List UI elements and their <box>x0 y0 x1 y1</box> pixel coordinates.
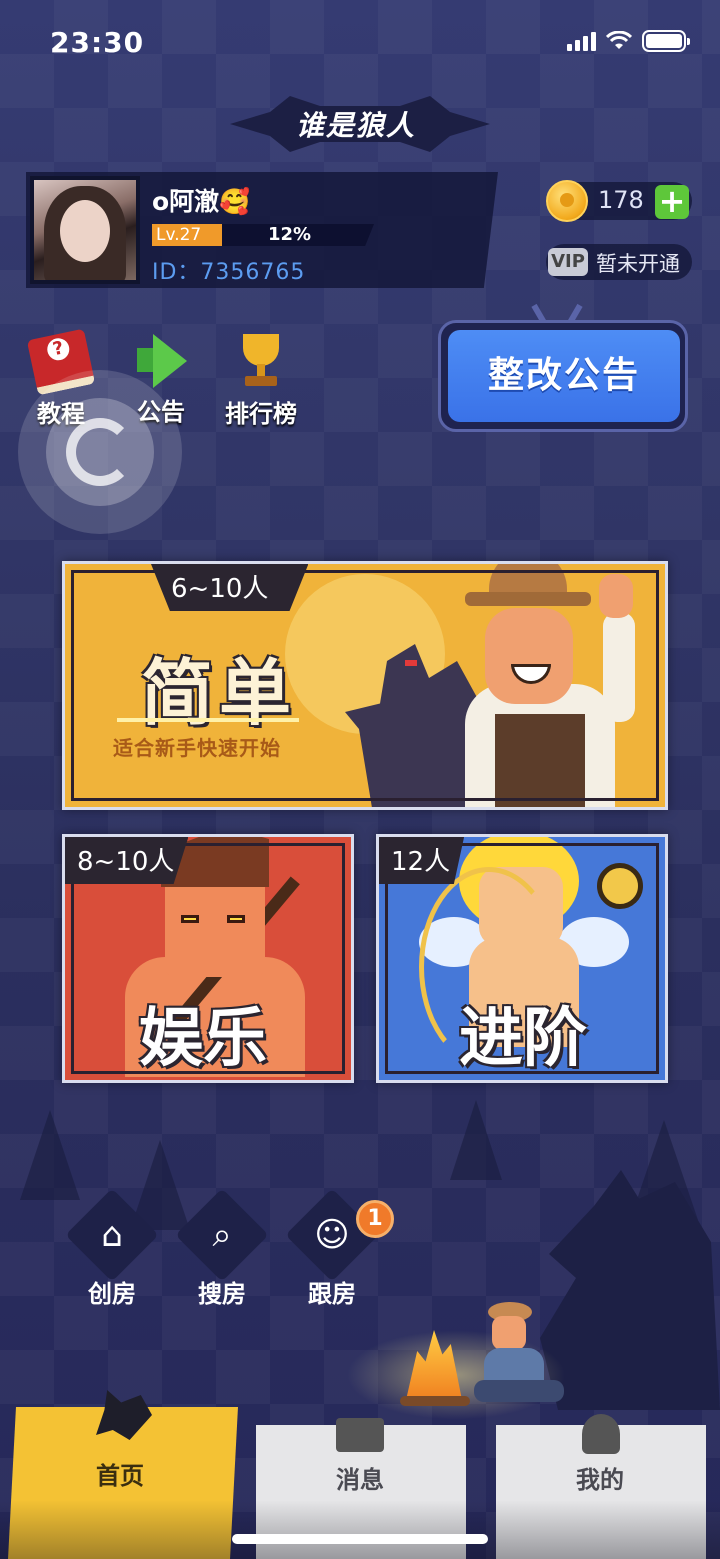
home-indicator[interactable] <box>232 1534 488 1544</box>
tab-profile-label: 我的 <box>576 1466 624 1494</box>
app-logo-text: 谁是狼人 <box>296 109 417 142</box>
player-count-tag: 8~10人 <box>65 837 189 884</box>
status-icons <box>567 30 690 52</box>
mode-card-fun[interactable]: 8~10人 娱乐 <box>62 834 354 1083</box>
add-coins-button[interactable]: + <box>655 185 689 219</box>
mode-title-advanced: 进阶 <box>459 1002 587 1076</box>
status-time: 23:30 <box>50 26 145 59</box>
battery-icon <box>642 30 690 52</box>
tab-messages-label: 消息 <box>336 1466 384 1494</box>
mode-subtitle-easy: 适合新手快速开始 <box>113 736 281 760</box>
create-room-button[interactable]: ⌂ 创房 <box>64 1188 160 1309</box>
avatar[interactable] <box>30 176 140 284</box>
search-room-icon: ⌕ <box>212 1215 232 1255</box>
vip-badge: VIP <box>548 248 588 276</box>
mode-title-easy: 简单 <box>141 651 298 735</box>
follow-room-icon: ☺ <box>314 1215 350 1255</box>
cellular-signal-icon <box>567 31 596 51</box>
tab-home-label: 首页 <box>96 1462 144 1490</box>
sitting-villager-illustration <box>474 1302 564 1402</box>
tree-silhouette <box>20 1110 80 1200</box>
ghost-profile-icon <box>582 1414 620 1454</box>
coin-paw-icon <box>546 180 588 222</box>
level-progress-text: 12% <box>268 224 312 245</box>
campfire-log <box>400 1396 470 1406</box>
rectification-notice-button[interactable]: 整改公告 <box>448 330 680 422</box>
tree-silhouette <box>450 1100 502 1180</box>
create-room-icon: ⌂ <box>101 1215 123 1255</box>
vip-status-text: 暂未开通 <box>596 252 680 276</box>
leaderboard-button[interactable]: 排行榜 <box>216 334 306 429</box>
player-count-tag: 12人 <box>379 837 465 884</box>
level-label: Lv.27 <box>156 225 202 245</box>
trophy-icon <box>233 334 289 390</box>
title-underline <box>117 718 299 722</box>
bottom-fade <box>0 1500 720 1559</box>
search-room-button[interactable]: ⌕ 搜房 <box>174 1188 270 1309</box>
swirl-icon <box>66 418 134 486</box>
wifi-icon <box>606 31 632 49</box>
mode-card-easy[interactable]: 6~10人 简单 适合新手快速开始 <box>62 561 668 810</box>
mode-title-fun: 娱乐 <box>139 1002 267 1076</box>
message-icon <box>336 1418 384 1452</box>
leaderboard-label: 排行榜 <box>225 400 297 428</box>
player-count-tag: 6~10人 <box>151 564 309 611</box>
follow-room-badge: 1 <box>356 1200 394 1238</box>
user-id: ID：7356765 <box>152 260 306 285</box>
mode-card-advanced[interactable]: 12人 进阶 <box>376 834 668 1083</box>
username: o阿澈🥰 <box>152 187 251 216</box>
coin-count: 178 <box>598 186 644 214</box>
